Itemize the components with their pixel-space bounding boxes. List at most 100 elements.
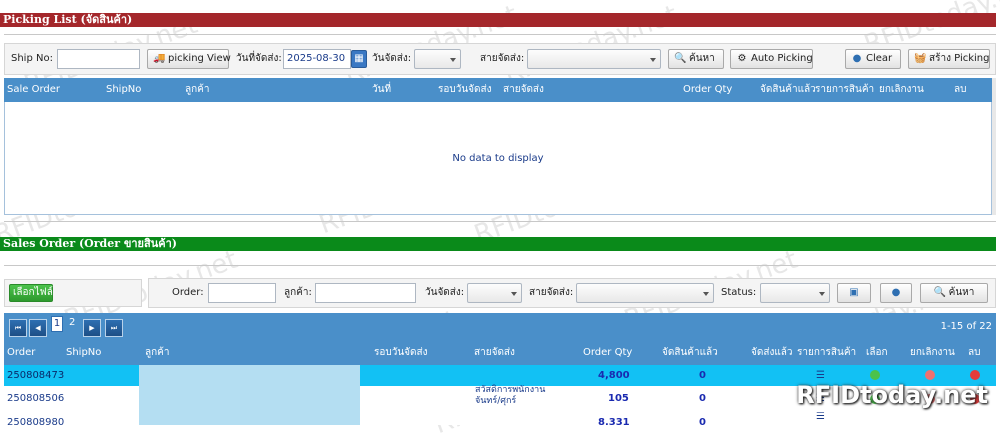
order-qty: 4,800: [598, 370, 630, 381]
picking-toolbar: Ship No: 🚚 picking View วันที่จัดส่ง: 202…: [4, 43, 996, 75]
export-icon: ▣: [849, 287, 859, 298]
round-select[interactable]: [414, 49, 461, 69]
divider: [4, 265, 996, 266]
round-label: วันจัดส่ง:: [372, 53, 412, 64]
col-shipno[interactable]: ShipNo: [66, 341, 101, 365]
picking-grid-body: No data to display: [4, 102, 992, 215]
search-button[interactable]: 🔍 ค้นหา: [920, 283, 988, 303]
auto-picking-icon: ⚙: [737, 53, 747, 64]
create-picking-label: สร้าง Picking: [929, 53, 990, 64]
truck-icon: 🚚: [153, 53, 166, 64]
sales-pager: ⏮ ◀ 1 2 ▶ ⏭ 1-15 of 22: [4, 313, 996, 341]
col-route[interactable]: สายจัดส่ง: [474, 341, 515, 365]
picked-qty: 0: [699, 370, 706, 381]
last-page-icon[interactable]: ⏭: [105, 319, 123, 337]
order-id[interactable]: 250808980: [7, 412, 64, 425]
route-select[interactable]: [527, 49, 661, 69]
col-round[interactable]: รอบวันจัดส่ง: [438, 78, 492, 102]
col-cancel[interactable]: ยกเลิกงาน: [910, 341, 955, 365]
col-shipno[interactable]: ShipNo: [106, 78, 141, 102]
order-qty: 8,331: [598, 417, 630, 425]
add-icon[interactable]: [870, 370, 880, 380]
chevron-down-icon: [650, 58, 656, 62]
col-route[interactable]: สายจัดส่ง: [503, 78, 544, 102]
col-order-qty[interactable]: Order Qty: [583, 341, 632, 365]
divider: [4, 221, 996, 222]
basket-icon: 🧺: [914, 53, 927, 64]
sales-toolbar: Order: ลูกค้า: วันจัดส่ง: สายจัดส่ง: Sta…: [148, 278, 996, 308]
divider: [4, 34, 996, 35]
picking-grid-header: Sale Order ShipNo ลูกค้า วันที่ รอบวันจั…: [4, 78, 992, 102]
scrollbar[interactable]: [992, 78, 996, 215]
refresh-icon: ●: [891, 287, 901, 298]
redaction-mask: [139, 365, 360, 425]
chevron-down-icon: [450, 58, 456, 62]
route-label: สายจัดส่ง:: [529, 287, 574, 298]
order-id[interactable]: 250808473: [7, 365, 64, 386]
col-items[interactable]: รายการสินค้า: [797, 341, 856, 365]
col-cancel[interactable]: ยกเลิกงาน: [879, 78, 924, 102]
date-input[interactable]: 2025-08-30: [283, 49, 351, 69]
sales-order-title: Sales Order (Order ขายสินค้า): [0, 237, 996, 251]
page-number[interactable]: 2: [69, 316, 75, 330]
search-icon: 🔍: [674, 53, 687, 64]
items-icon[interactable]: ☰: [816, 412, 825, 425]
sales-toolbar-left: เลือกไฟล์: [4, 279, 142, 307]
route-select[interactable]: [576, 283, 714, 303]
picking-list-title: Picking List (จัดสินค้า): [0, 13, 996, 27]
col-customer[interactable]: ลูกค้า: [145, 341, 170, 365]
col-order[interactable]: Order: [7, 341, 35, 365]
col-items[interactable]: รายการสินค้า: [815, 78, 874, 102]
col-select[interactable]: เลือก: [866, 341, 888, 365]
round-select[interactable]: [467, 283, 522, 303]
picked-qty: 0: [699, 393, 706, 404]
col-round[interactable]: รอบวันจัดส่ง: [374, 341, 428, 365]
customer-label: ลูกค้า:: [284, 287, 312, 298]
route-line-2: จันทร์/ศุกร์: [475, 396, 517, 406]
search-icon: 🔍: [933, 287, 947, 298]
select-file-button[interactable]: เลือกไฟล์: [9, 284, 53, 302]
picking-view-button[interactable]: 🚚 picking View: [147, 49, 231, 69]
chevron-down-icon: [703, 292, 709, 296]
clear-button[interactable]: ● Clear: [845, 49, 901, 69]
date-label: วันที่จัดส่ง:: [236, 53, 282, 64]
round-label: วันจัดส่ง:: [425, 287, 465, 298]
col-delete[interactable]: ลบ: [968, 341, 980, 365]
cancel-icon[interactable]: [925, 370, 935, 380]
col-shipped[interactable]: จัดส่งแล้ว: [751, 341, 793, 365]
refresh-button[interactable]: ●: [880, 283, 912, 303]
ship-no-label: Ship No:: [11, 53, 53, 64]
export-button[interactable]: ▣: [837, 283, 871, 303]
brand-watermark: RFIDtoday.net: [796, 381, 988, 409]
order-id[interactable]: 250808506: [7, 388, 64, 409]
delete-icon[interactable]: [970, 370, 980, 380]
route-label: สายจัดส่ง:: [480, 53, 525, 64]
col-picked[interactable]: จัดสินค้าแล้ว: [760, 78, 816, 102]
empty-message: No data to display: [452, 153, 544, 164]
picking-view-label: picking View: [168, 53, 231, 64]
calendar-icon[interactable]: ▦: [351, 50, 367, 68]
col-customer[interactable]: ลูกค้า: [185, 78, 210, 102]
col-date[interactable]: วันที่: [372, 78, 391, 102]
order-input[interactable]: [208, 283, 276, 303]
search-label: ค้นหา: [689, 53, 715, 64]
col-picked[interactable]: จัดสินค้าแล้ว: [662, 341, 718, 365]
next-page-icon[interactable]: ▶: [83, 319, 101, 337]
auto-picking-button[interactable]: ⚙ Auto Picking: [730, 49, 813, 69]
search-label: ค้นหา: [948, 287, 975, 298]
picked-qty: 0: [699, 417, 706, 425]
create-picking-button[interactable]: 🧺 สร้าง Picking: [908, 49, 990, 69]
col-order-qty[interactable]: Order Qty: [683, 78, 732, 102]
page-number-current[interactable]: 1: [51, 316, 63, 332]
order-label: Order:: [172, 287, 204, 298]
col-delete[interactable]: ลบ: [954, 78, 966, 102]
customer-input[interactable]: [315, 283, 416, 303]
first-page-icon[interactable]: ⏮: [9, 319, 27, 337]
ship-no-input[interactable]: [57, 49, 140, 69]
col-sale-order[interactable]: Sale Order: [7, 78, 60, 102]
prev-page-icon[interactable]: ◀: [29, 319, 47, 337]
sales-grid-header: Order ShipNo ลูกค้า รอบวันจัดส่ง สายจัดส…: [4, 341, 996, 365]
auto-picking-label: Auto Picking: [751, 53, 813, 64]
search-button[interactable]: 🔍 ค้นหา: [668, 49, 724, 69]
status-select[interactable]: [760, 283, 830, 303]
